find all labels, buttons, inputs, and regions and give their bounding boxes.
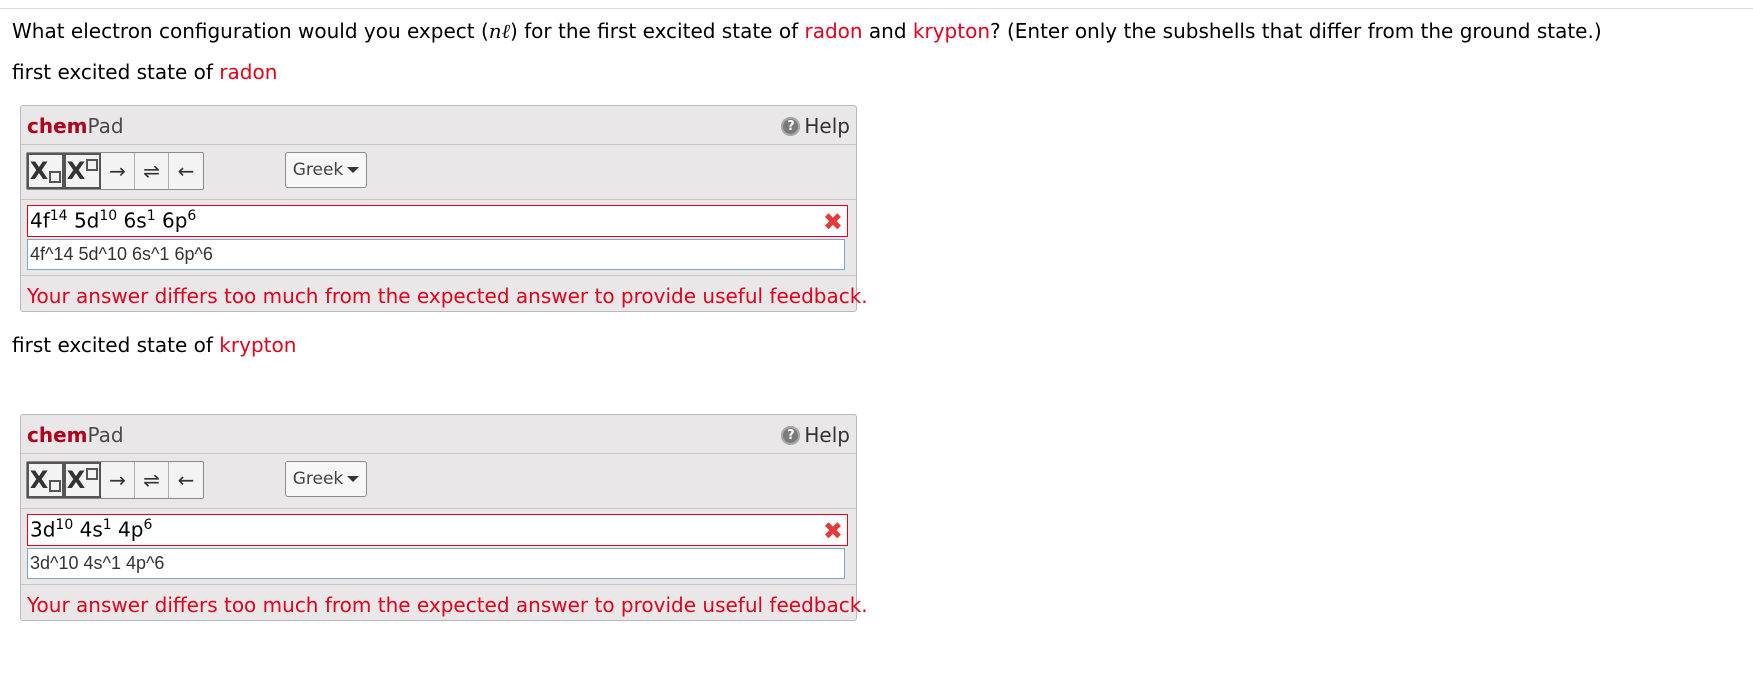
arrow-right-icon: →	[109, 468, 126, 492]
greek-dropdown[interactable]: Greek	[285, 461, 367, 497]
greek-dropdown[interactable]: Greek	[285, 152, 367, 188]
chempad-title: chemPad	[27, 114, 124, 138]
subscript-box-icon	[49, 480, 62, 492]
format-tool-group: X X → ⇌ ←	[26, 461, 204, 499]
reverse-arrow-button[interactable]: ←	[169, 462, 203, 498]
chempad-radon: chemPad ? Help X X → ⇌ ← Greek 4f14 5d10…	[20, 105, 868, 312]
answer-input[interactable]	[27, 239, 845, 270]
superscript-button[interactable]: X	[64, 462, 101, 498]
reaction-arrow-button[interactable]: →	[101, 462, 135, 498]
arrow-left-icon: ←	[177, 159, 195, 183]
chempad-header: chemPad ? Help	[21, 106, 856, 145]
subscript-button[interactable]: X	[27, 153, 64, 189]
help-button[interactable]: ? Help	[781, 114, 850, 138]
equilibrium-arrow-icon: ⇌	[143, 159, 160, 183]
chempad-header: chemPad ? Help	[21, 415, 856, 454]
arrow-right-icon: →	[109, 159, 126, 183]
subscript-box-icon	[49, 171, 62, 183]
question-text: What electron configuration would you ex…	[12, 19, 1602, 43]
equilibrium-arrow-button[interactable]: ⇌	[135, 153, 169, 189]
equilibrium-arrow-icon: ⇌	[143, 468, 160, 492]
feedback-message: Your answer differs too much from the ex…	[27, 593, 868, 617]
reaction-arrow-button[interactable]: →	[101, 153, 135, 189]
superscript-box-icon	[86, 159, 99, 171]
help-circle-icon: ?	[781, 425, 801, 445]
chempad-toolbar: X X → ⇌ ← Greek	[21, 454, 856, 509]
chempad-krypton: chemPad ? Help X X → ⇌ ← Greek 3d10 4s1 …	[20, 414, 868, 621]
feedback-divider	[21, 275, 856, 276]
answer-input[interactable]	[27, 548, 845, 579]
help-button[interactable]: ? Help	[781, 423, 850, 447]
feedback-message: Your answer differs too much from the ex…	[27, 284, 868, 308]
superscript-button[interactable]: X	[64, 153, 101, 189]
part-label-radon: first excited state of radon	[12, 60, 278, 84]
arrow-left-icon: ←	[177, 468, 195, 492]
top-divider	[0, 8, 1753, 9]
x-mark-icon: ✖	[822, 208, 843, 236]
rendered-answer: 4f14 5d10 6s1 6p6 ✖	[27, 205, 848, 237]
subscript-button[interactable]: X	[27, 462, 64, 498]
chempad-toolbar: X X → ⇌ ← Greek	[21, 145, 856, 200]
chempad-title: chemPad	[27, 423, 124, 447]
feedback-divider	[21, 584, 856, 585]
caret-down-icon	[347, 167, 360, 173]
superscript-box-icon	[86, 468, 99, 480]
part-label-krypton: first excited state of krypton	[12, 333, 297, 357]
reverse-arrow-button[interactable]: ←	[169, 153, 203, 189]
caret-down-icon	[347, 476, 360, 482]
help-circle-icon: ?	[781, 116, 801, 136]
equilibrium-arrow-button[interactable]: ⇌	[135, 462, 169, 498]
x-mark-icon: ✖	[822, 517, 843, 545]
rendered-answer: 3d10 4s1 4p6 ✖	[27, 514, 848, 546]
format-tool-group: X X → ⇌ ←	[26, 152, 204, 190]
